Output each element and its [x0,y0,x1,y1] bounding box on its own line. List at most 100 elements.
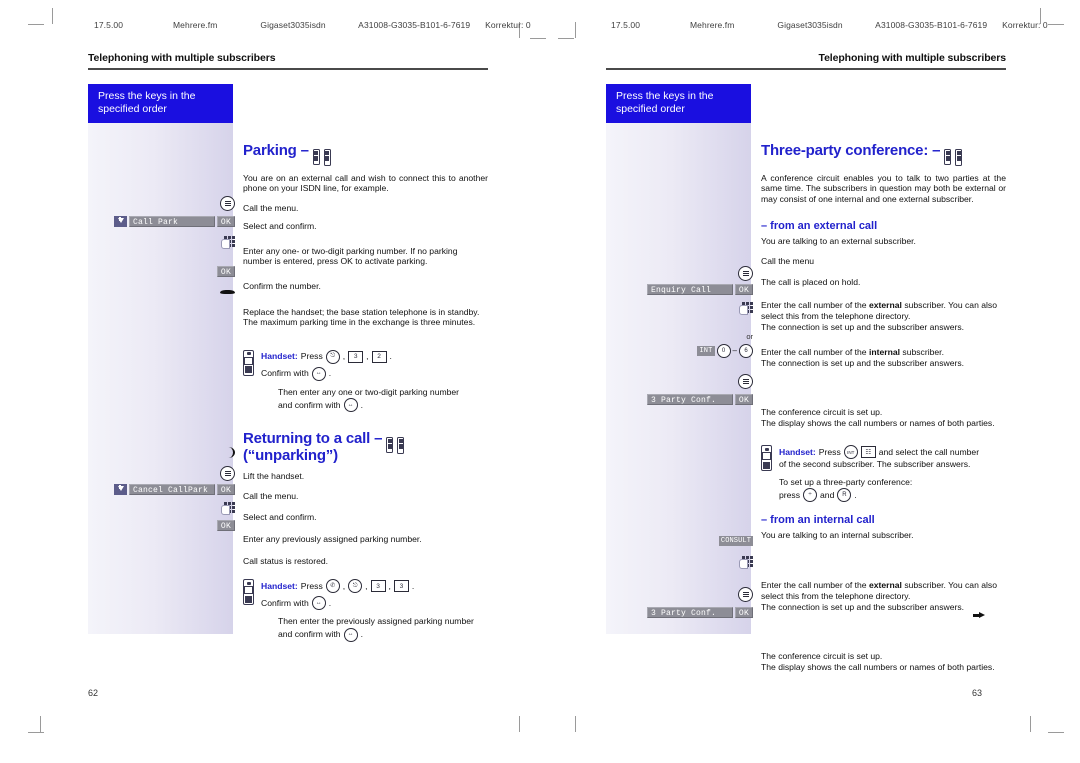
step-text: Replace the handset; the base station te… [243,306,480,328]
handset-note: Handset: Press INT ☷ and select the call… [761,445,1006,503]
section-title-three-party: Three-party conference: – [761,142,1006,166]
key-digit-0[interactable]: 0 [716,343,731,358]
step-icon-keypad-2[interactable] [221,501,235,515]
ok-key[interactable]: OK [217,483,235,495]
menu-icon [738,265,753,281]
key-digit-3[interactable]: 3 [348,350,364,363]
step-icon-keypad-2[interactable] [739,555,753,569]
note-press-word: Press [818,446,841,457]
step-row: The conference circuit is set up. The di… [761,407,1006,439]
slug-version: 17.5.00 [611,20,641,30]
page-number-left: 62 [88,688,99,698]
step-int-range[interactable]: INT 0 – 6 [697,343,753,358]
key-digit-6[interactable]: 6 [739,343,753,358]
crop-mark [575,716,576,732]
slug-right: 17.5.00 Mehrere.fm Gigaset3035isdn A3100… [611,20,1048,32]
step-row: Replace the handset; the base station te… [243,307,488,341]
section-title-text: Three-party conference: [761,141,929,159]
handset-device-icon [243,579,254,606]
ok-key[interactable]: OK [735,393,753,405]
crop-mark [575,22,576,38]
step-icon-menu[interactable] [738,265,753,281]
note-label: Handset: [779,446,816,457]
ok-key[interactable]: OK [735,283,753,295]
step-ok-restore[interactable]: OK [217,519,235,531]
section-intro: You are on an external call and wish to … [243,172,488,194]
key-r[interactable]: R [837,488,852,503]
step-ok-confirm[interactable]: OK [217,265,235,277]
display-text: Enquiry Call [647,283,733,295]
header-rule [88,68,488,70]
key-confirm[interactable]: ↔ [343,398,358,413]
hangup-icon [220,287,235,296]
key-digit-3[interactable]: 3 [370,580,386,593]
step-row: Call the menu. [243,491,488,507]
key-confirm[interactable]: ↔ [343,627,358,642]
step-display-3-party-conf[interactable]: 3 Party Conf. OK [647,393,753,405]
slug-revision: Korrektur: 0 [485,20,531,30]
scroll-down-icon[interactable] [114,483,127,495]
step-text: Select and confirm. [243,512,317,523]
key-menu[interactable]: ⎋ [348,579,363,594]
note-press-word: Press [300,580,323,591]
handset-phone-icon [323,148,331,166]
ok-key[interactable]: OK [217,265,235,277]
running-head: Telephoning with multiple subscribers [818,52,1007,64]
section-title-text: Returning to a call (“unparking”) [243,430,371,465]
key-talk[interactable]: ÷ [803,488,818,503]
step-icon-menu[interactable] [220,195,235,211]
key-confirm[interactable]: ↔ [311,596,326,611]
display-text: Call Park [129,215,215,227]
key-confirm[interactable]: ↔ [311,366,326,381]
step-text: Call status is restored. [243,556,329,567]
key-menu[interactable]: ⎋ [325,349,340,364]
page-right: Telephoning with multiple subscribers Pr… [606,52,1007,672]
ok-key[interactable]: OK [217,215,235,227]
step-icon-keypad[interactable] [221,235,235,249]
key-digit-3b[interactable]: 3 [393,580,409,593]
gutter-layer: Call Park OK OK Cancel CallPark OK OK [88,84,243,634]
consult-key[interactable]: CONSULT [718,535,753,546]
step-text: Select and confirm. [243,220,317,231]
step-icon-menu-2[interactable] [738,373,753,389]
lead-text: You are talking to an internal subscribe… [761,530,914,541]
scroll-down-icon[interactable] [114,215,127,227]
step-display-3-party-conf-2[interactable]: 3 Party Conf. OK [647,606,753,618]
key-talk[interactable]: ✆ [325,579,340,594]
key-int[interactable]: INT [843,445,858,460]
crop-mark [52,8,53,24]
page-left: Telephoning with multiple subscribers Pr… [88,52,488,642]
ok-key[interactable]: OK [217,519,235,531]
menu-icon [220,465,235,481]
step-row: Confirm the number. [243,281,488,302]
step-icon-menu-3[interactable] [738,586,753,602]
note-body: Handset: Press ⎋, 3, 2. Confirm with ↔. … [261,349,459,413]
title-dash: – [300,141,309,159]
step-row: Select and confirm. [243,221,488,241]
keypad-icon [739,555,753,569]
step-icon-menu-2[interactable] [220,465,235,481]
step-text: Call the menu. [243,491,299,502]
step-row: Call the menu. [243,203,488,216]
step-display-enquiry-call[interactable]: Enquiry Call OK [647,283,753,295]
step-consult-key[interactable]: CONSULT [718,535,753,546]
crop-mark [558,38,574,39]
step-icon-hangup[interactable] [220,287,235,296]
step-text: The conference circuit is set up. The di… [761,407,995,428]
note-label: Handset: [261,580,298,591]
int-key[interactable]: INT [697,345,715,356]
step-icon-lift-handset[interactable] [222,446,235,459]
note-confirm-text: Confirm with [261,597,309,608]
note-label: Handset: [261,351,298,362]
step-display-cancel-callpark[interactable]: Cancel CallPark OK [114,483,235,495]
step-text: Enter the call number of the external su… [761,580,998,612]
slug-file: Mehrere.fm [173,20,218,30]
crop-mark [28,24,44,25]
header-rule [606,68,1006,70]
menu-icon [220,195,235,211]
ok-key[interactable]: OK [735,606,753,618]
step-icon-keypad[interactable] [739,301,753,315]
key-digit-2[interactable]: 2 [371,350,387,363]
step-display-call-park[interactable]: Call Park OK [114,215,235,227]
key-grid[interactable]: ☷ [860,446,876,459]
